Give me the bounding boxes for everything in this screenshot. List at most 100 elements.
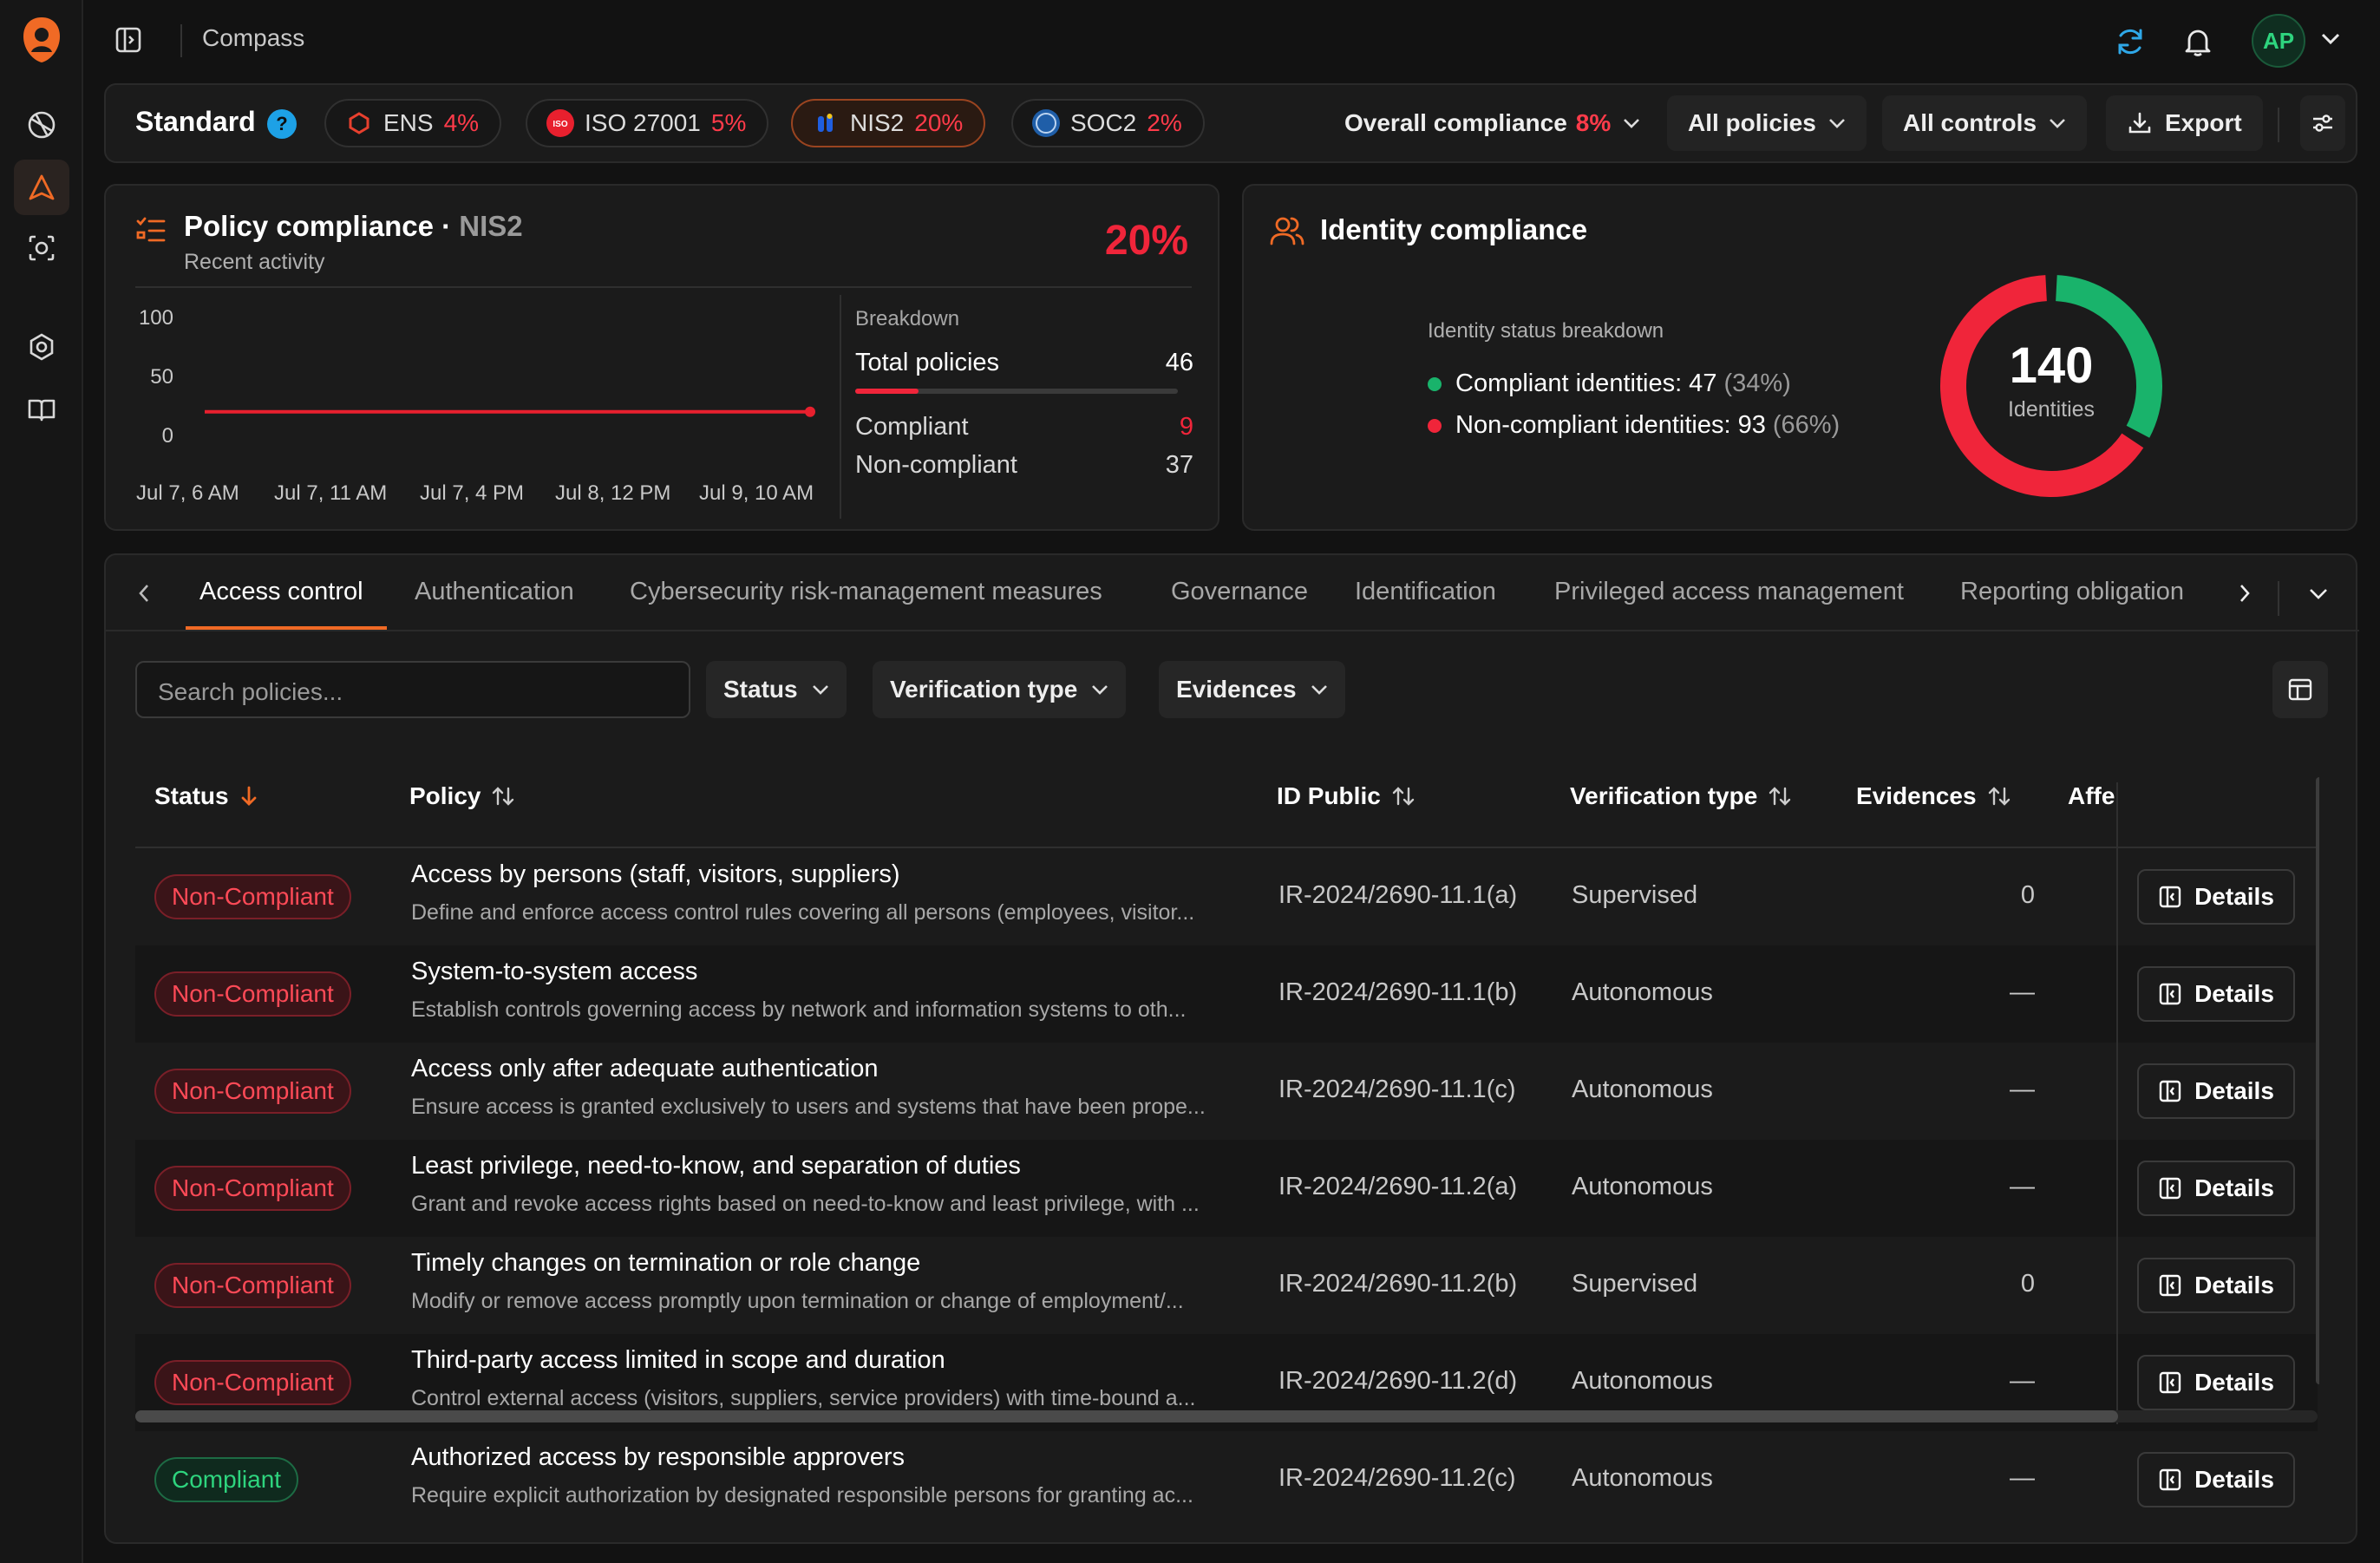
verification-type: Autonomous	[1572, 1076, 1713, 1103]
policy-title[interactable]: System-to-system access	[411, 958, 697, 986]
sort-icon	[493, 787, 514, 806]
table-row[interactable]: Non-Compliant Least privilege, need-to-kn…	[135, 1140, 2318, 1237]
overall-compliance-dropdown[interactable]: Overall compliance 8%	[1324, 95, 1661, 151]
chip-name: NIS2	[850, 109, 905, 136]
policy-description: Ensure access is granted exclusively to …	[411, 1095, 1206, 1119]
horizontal-scrollbar-thumb[interactable]	[135, 1410, 2118, 1422]
details-button[interactable]: Details	[2137, 1063, 2295, 1119]
col-policy-header[interactable]: Policy	[409, 782, 515, 810]
identity-breakdown-label: Identity status breakdown	[1428, 319, 1664, 343]
policies-dropdown[interactable]: All policies	[1667, 95, 1867, 151]
status-badge: Non-Compliant	[154, 1166, 351, 1211]
details-label: Details	[2194, 1174, 2274, 1201]
chip-soc2[interactable]: SOC2 2%	[1011, 99, 1205, 147]
details-button[interactable]: Details	[2137, 966, 2295, 1022]
status-filter[interactable]: Status	[706, 661, 847, 718]
chevron-down-icon[interactable]	[2321, 33, 2340, 45]
details-button[interactable]: Details	[2137, 1161, 2295, 1216]
settings-icon[interactable]	[14, 319, 69, 375]
details-label: Details	[2194, 980, 2274, 1007]
filter-settings-button[interactable]	[2300, 95, 2345, 151]
table-row[interactable]: Non-Compliant System-to-system access Esta…	[135, 945, 2318, 1043]
policy-description: Define and enforce access control rules …	[411, 900, 1195, 925]
evidences-count: 0	[2020, 881, 2035, 909]
globe-icon[interactable]	[14, 97, 69, 153]
identity-compliance-card: Identity compliance Identity status brea…	[1242, 184, 2357, 531]
col-verification-header[interactable]: Verification type	[1570, 782, 1792, 810]
col-status-header[interactable]: Status	[154, 782, 258, 810]
table-row[interactable]: Non-Compliant Access by persons (staff, v…	[135, 848, 2318, 945]
tab-governance[interactable]: Governance	[1171, 578, 1308, 606]
chevron-right-icon[interactable]	[2238, 583, 2252, 604]
policy-compliance-card: Policy compliance · NIS2 Recent activity…	[104, 184, 1219, 531]
help-icon[interactable]: ?	[267, 109, 297, 139]
book-icon[interactable]	[14, 382, 69, 437]
details-label: Details	[2194, 1369, 2274, 1396]
overall-label: Overall compliance	[1344, 109, 1567, 136]
horizontal-scrollbar-track[interactable]	[135, 1410, 2318, 1422]
verification-type: Supervised	[1572, 881, 1698, 909]
svg-text:ISO: ISO	[552, 120, 567, 129]
panel-open-icon	[2159, 1371, 2181, 1394]
chip-ens[interactable]: ENS 4%	[324, 99, 502, 147]
tab-access-control[interactable]: Access control	[199, 578, 363, 606]
evidences-filter[interactable]: Evidences	[1159, 661, 1345, 718]
sidebar-toggle-icon[interactable]	[114, 26, 142, 54]
panel-open-icon	[2159, 1177, 2181, 1200]
details-label: Details	[2194, 1272, 2274, 1298]
sticky-column-divider	[2116, 782, 2118, 1424]
vertical-scrollbar[interactable]	[2316, 777, 2319, 1384]
details-button[interactable]: Details	[2137, 869, 2295, 925]
iso-logo-icon: ISO	[546, 109, 574, 137]
chevron-left-icon[interactable]	[137, 583, 151, 604]
policy-title[interactable]: Least privilege, need-to-know, and separ…	[411, 1152, 1021, 1180]
scan-face-icon[interactable]	[14, 220, 69, 276]
policy-title[interactable]: Third-party access limited in scope and …	[411, 1346, 945, 1375]
refresh-icon[interactable]	[2115, 26, 2146, 57]
table-row[interactable]: Non-Compliant Timely changes on terminati…	[135, 1237, 2318, 1334]
evidences-count: —	[2010, 1076, 2035, 1103]
policy-title[interactable]: Authorized access by responsible approve…	[411, 1443, 905, 1472]
tab-cybersecurity-risk[interactable]: Cybersecurity risk-management measures	[630, 578, 1102, 606]
tab-identification[interactable]: Identification	[1355, 578, 1496, 606]
tab-privileged-access[interactable]: Privileged access management	[1554, 578, 1904, 606]
chip-nis2[interactable]: NIS2 20%	[791, 99, 986, 147]
legend-dot	[1428, 418, 1442, 433]
policy-title[interactable]: Access by persons (staff, visitors, supp…	[411, 860, 900, 889]
details-button[interactable]: Details	[2137, 1452, 2295, 1507]
policy-title[interactable]: Timely changes on termination or role ch…	[411, 1249, 920, 1278]
col-id-header[interactable]: ID Public	[1277, 782, 1416, 810]
policy-title[interactable]: Access only after adequate authenticatio…	[411, 1055, 878, 1083]
verification-filter[interactable]: Verification type	[873, 661, 1127, 718]
verification-type: Autonomous	[1572, 978, 1713, 1006]
export-button[interactable]: Export	[2106, 95, 2263, 151]
series-point	[805, 406, 815, 417]
status-badge: Non-Compliant	[154, 971, 351, 1017]
tab-reporting-obligation[interactable]: Reporting obligation	[1960, 578, 2311, 606]
chip-iso27001[interactable]: ISO ISO 27001 5%	[526, 99, 769, 147]
chip-pct: 4%	[443, 109, 480, 136]
tab-authentication[interactable]: Authentication	[415, 578, 574, 606]
table-row[interactable]: Compliant Authorized access by responsibl…	[135, 1431, 2318, 1511]
chevron-down-icon[interactable]	[2309, 588, 2328, 600]
controls-dropdown[interactable]: All controls	[1882, 95, 2088, 151]
status-badge: Non-Compliant	[154, 1360, 351, 1405]
chip-pct: 2%	[1147, 109, 1182, 136]
divider	[840, 295, 841, 519]
app-logo-icon[interactable]	[14, 12, 69, 68]
search-input[interactable]: Search policies...	[135, 661, 690, 718]
divider	[180, 24, 182, 57]
details-button[interactable]: Details	[2137, 1355, 2295, 1410]
avatar[interactable]: AP	[2252, 14, 2305, 68]
bell-icon[interactable]	[2182, 26, 2213, 57]
col-evidences-header[interactable]: Evidences	[1856, 782, 2011, 810]
policy-description: Modify or remove access promptly upon te…	[411, 1289, 1184, 1313]
compass-icon[interactable]	[14, 160, 69, 215]
details-button[interactable]: Details	[2137, 1258, 2295, 1313]
x-tick-label: Jul 8, 12 PM	[555, 481, 670, 505]
chevron-down-icon	[2050, 119, 2065, 128]
columns-button[interactable]	[2272, 661, 2328, 718]
col-affected-header[interactable]: Affe	[2068, 782, 2122, 810]
table-row[interactable]: Non-Compliant Access only after adequate …	[135, 1043, 2318, 1140]
table-columns-icon	[2288, 678, 2312, 701]
